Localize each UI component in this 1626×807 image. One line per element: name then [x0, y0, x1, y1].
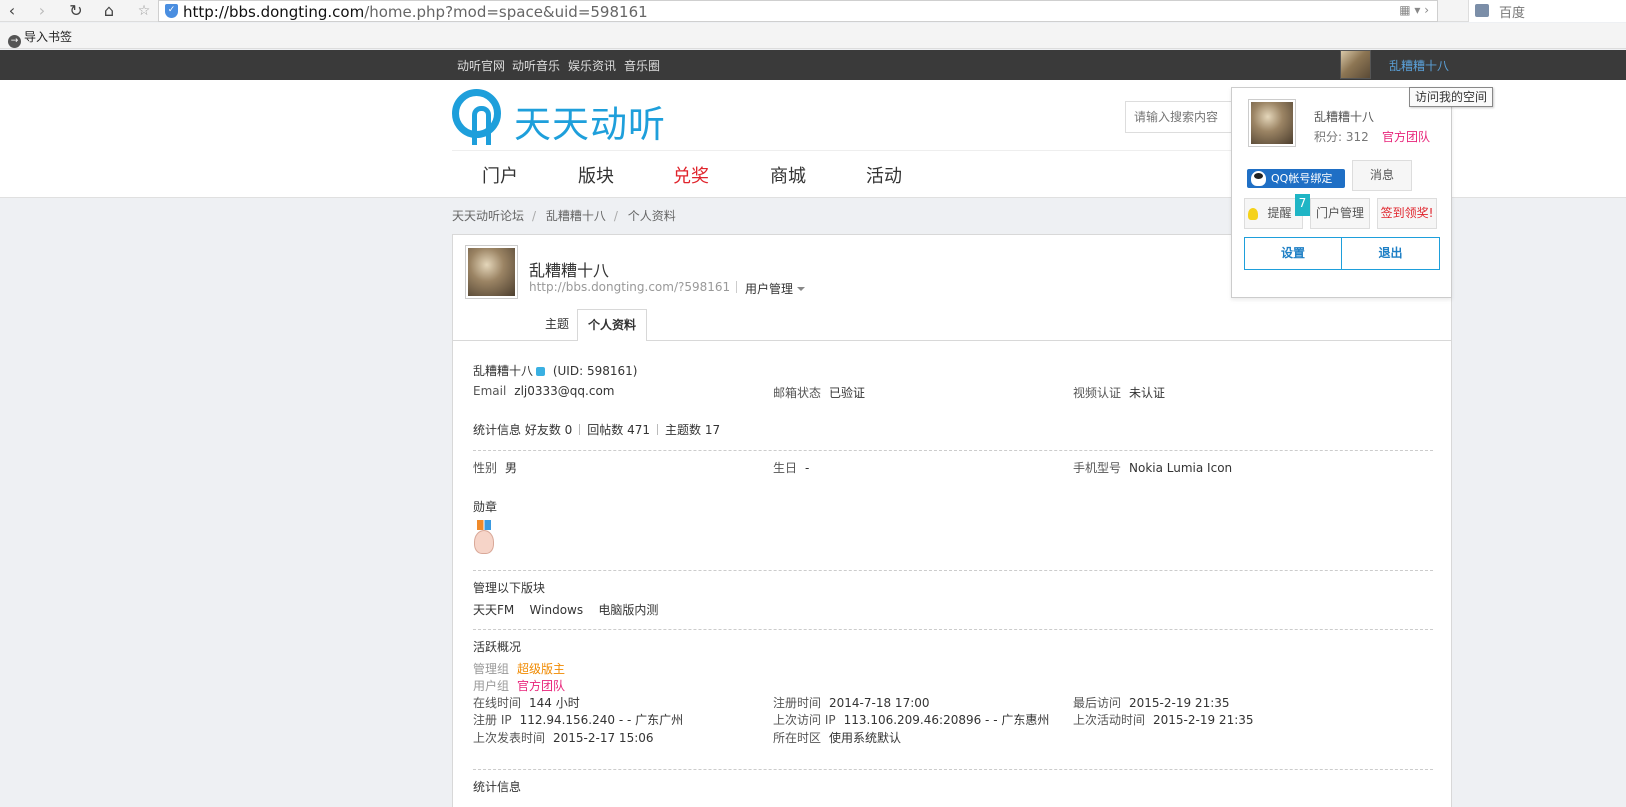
forward-arrow-icon[interactable]: ›	[32, 1, 52, 21]
user-dropdown-panel: 乱糟糟十八 积分: 312 官方团队 QQ帐号绑定 消息 提醒 7 门户管理 签…	[1231, 87, 1452, 298]
forum-link[interactable]: 天天FM	[473, 603, 514, 617]
divider	[473, 629, 1433, 630]
back-arrow-icon[interactable]: ‹	[2, 1, 22, 21]
messages-button[interactable]: 消息	[1352, 160, 1412, 191]
topbar-link[interactable]: 音乐圈	[624, 57, 660, 74]
qq-penguin-icon	[1251, 171, 1266, 186]
bookmarks-bar: → 导入书签	[0, 23, 1626, 49]
topbar-link[interactable]: 动听官网	[457, 57, 505, 74]
medal-icon[interactable]	[473, 520, 495, 556]
qq-bind-button[interactable]: QQ帐号绑定	[1247, 169, 1345, 188]
bulb-icon	[1248, 208, 1258, 220]
breadcrumb-user[interactable]: 乱糟糟十八	[546, 209, 606, 223]
settings-logout-group: 设置 退出	[1244, 237, 1440, 270]
medals-heading: 勋章	[473, 500, 498, 514]
topbar-link[interactable]: 动听音乐	[512, 57, 560, 74]
notification-count-badge: 7	[1295, 194, 1310, 216]
phone-value: Nokia Lumia Icon	[1129, 461, 1233, 475]
birthday-value: -	[805, 461, 810, 475]
settings-button[interactable]: 设置	[1245, 238, 1342, 269]
email-status: 已验证	[829, 386, 866, 400]
logo-text[interactable]: 天天动听	[514, 94, 666, 148]
import-icon: →	[8, 35, 21, 48]
shield-icon: ✓	[165, 4, 178, 18]
managed-forums: 天天FM Windows 电脑版内测	[473, 601, 658, 618]
address-bar[interactable]: ✓ http://bbs.dongting.com/home.php?mod=s…	[158, 0, 1438, 22]
topbar-link[interactable]: 娱乐资讯	[568, 57, 616, 74]
divider	[473, 769, 1433, 770]
nav-events[interactable]: 活动	[866, 162, 902, 188]
verified-icon	[536, 367, 546, 376]
admin-group[interactable]: 超级版主	[517, 662, 565, 676]
portal-manage-button[interactable]: 门户管理	[1310, 198, 1370, 229]
tab-topics[interactable]: 主题	[537, 309, 577, 342]
divider	[452, 150, 1232, 151]
topbar-username[interactable]: 乱糟糟十八	[1389, 57, 1449, 74]
site-topbar: 动听官网 动听音乐 娱乐资讯 音乐圈	[0, 50, 1626, 80]
breadcrumb: 天天动听论坛 / 乱糟糟十八 / 个人资料	[452, 209, 676, 223]
forum-link[interactable]: Windows	[530, 603, 584, 617]
chevron-down-icon	[797, 287, 806, 291]
panel-team[interactable]: 官方团队	[1382, 128, 1430, 145]
home-icon[interactable]: ⌂	[99, 1, 119, 21]
avatar[interactable]	[465, 245, 518, 299]
avatar[interactable]	[1340, 50, 1371, 79]
logout-button[interactable]: 退出	[1342, 238, 1439, 269]
search-engine-icon	[1475, 4, 1489, 17]
search-input[interactable]	[1125, 101, 1235, 133]
address-url[interactable]: http://bbs.dongting.com/home.php?mod=spa…	[183, 2, 648, 22]
avatar[interactable]	[1248, 99, 1296, 147]
gender-value: 男	[505, 461, 518, 475]
reload-icon[interactable]: ↻	[66, 1, 86, 21]
nav-shop[interactable]: 商城	[770, 162, 806, 188]
profile-name: 乱糟糟十八	[529, 261, 610, 280]
nav-forums[interactable]: 版块	[578, 162, 614, 188]
search-field[interactable]	[1126, 102, 1234, 132]
breadcrumb-forum[interactable]: 天天动听论坛	[452, 209, 524, 223]
threads-link[interactable]: 主题数 17	[665, 423, 720, 437]
import-bookmarks[interactable]: → 导入书签	[8, 28, 72, 48]
user-manage-dropdown[interactable]: 用户管理	[745, 280, 806, 297]
browser-search[interactable]: 百度	[1468, 0, 1626, 22]
forum-link[interactable]: 电脑版内测	[598, 603, 658, 617]
nav-rewards[interactable]: 兑奖	[673, 162, 709, 188]
tab-profile[interactable]: 个人资料	[577, 309, 647, 342]
profile-details: 乱糟糟十八 (UID: 598161) Email zlj0333@qq.com …	[452, 341, 1452, 807]
friends-link[interactable]: 好友数 0	[525, 423, 572, 437]
stats-line: 统计信息 好友数 0 回帖数 471 主题数 17	[473, 423, 721, 437]
user-id-line: 乱糟糟十八 (UID: 598161)	[473, 364, 638, 378]
manage-heading: 管理以下版块	[473, 581, 546, 595]
panel-username[interactable]: 乱糟糟十八	[1314, 108, 1374, 125]
breadcrumb-current: 个人资料	[627, 209, 676, 223]
video-status: 未认证	[1129, 386, 1166, 400]
panel-points: 积分: 312	[1314, 130, 1369, 144]
sign-in-reward-button[interactable]: 签到领奖!	[1377, 198, 1437, 229]
profile-url[interactable]: http://bbs.dongting.com/?598161	[529, 280, 730, 294]
browser-toolbar: ‹ › ↻ ⌂ ☆ ✓ http://bbs.dongting.com/home…	[0, 0, 1626, 22]
search-engine-label: 百度	[1499, 6, 1526, 21]
visit-space-tooltip: 访问我的空间	[1409, 87, 1494, 107]
divider	[473, 570, 1433, 571]
nav-portal[interactable]: 门户	[482, 162, 518, 188]
star-icon[interactable]: ☆	[134, 1, 154, 21]
replies-link[interactable]: 回帖数 471	[587, 423, 650, 437]
email-value: zlj0333@qq.com	[514, 384, 615, 398]
stats-heading: 统计信息	[473, 780, 522, 794]
divider	[473, 450, 1433, 451]
activity-heading: 活跃概况	[473, 640, 522, 654]
address-tools-icon[interactable]: ▦ ▾ ›	[1399, 3, 1429, 17]
logo-icon[interactable]	[452, 89, 501, 145]
user-group[interactable]: 官方团队	[517, 679, 565, 693]
